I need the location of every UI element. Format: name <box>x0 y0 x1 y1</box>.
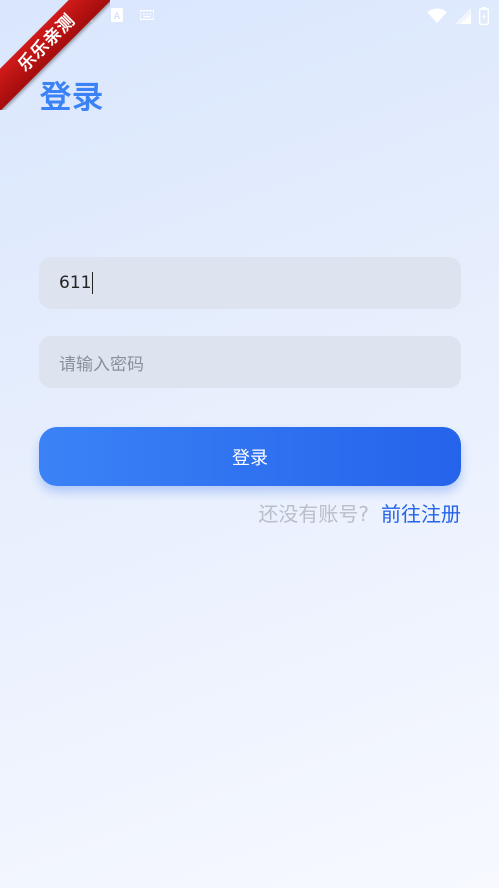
battery-icon <box>478 7 490 29</box>
svg-text:A: A <box>114 12 121 22</box>
register-row: 还没有账号? 前往注册 <box>258 498 461 527</box>
password-placeholder: 请输入密码 <box>59 354 144 375</box>
login-button[interactable]: 登录 <box>39 427 461 486</box>
password-input[interactable]: 请输入密码 <box>39 336 461 388</box>
signal-icon <box>455 8 471 28</box>
login-button-label: 登录 <box>232 447 268 469</box>
register-question: 还没有账号? <box>258 502 369 526</box>
text-caret <box>92 272 94 294</box>
register-link[interactable]: 前往注册 <box>381 498 461 527</box>
page-title: 登录 <box>40 80 104 116</box>
wifi-icon <box>427 8 447 28</box>
account-input-value: 611 <box>59 273 92 293</box>
status-right <box>427 7 490 29</box>
account-input[interactable]: 611 <box>39 257 461 309</box>
keyboard-icon <box>140 8 154 22</box>
text-a-icon: A <box>110 8 124 22</box>
